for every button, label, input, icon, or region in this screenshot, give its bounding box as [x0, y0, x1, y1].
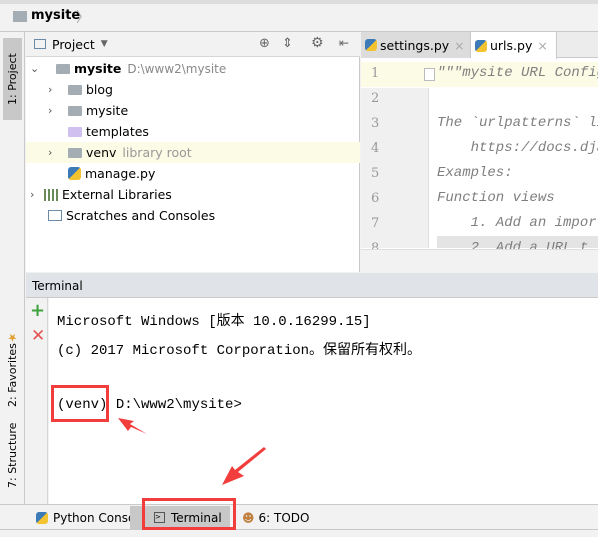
arrow-to-terminal-tab: [222, 447, 266, 485]
annotation-arrows: [118, 418, 266, 485]
arrow-to-venv: [118, 418, 147, 434]
